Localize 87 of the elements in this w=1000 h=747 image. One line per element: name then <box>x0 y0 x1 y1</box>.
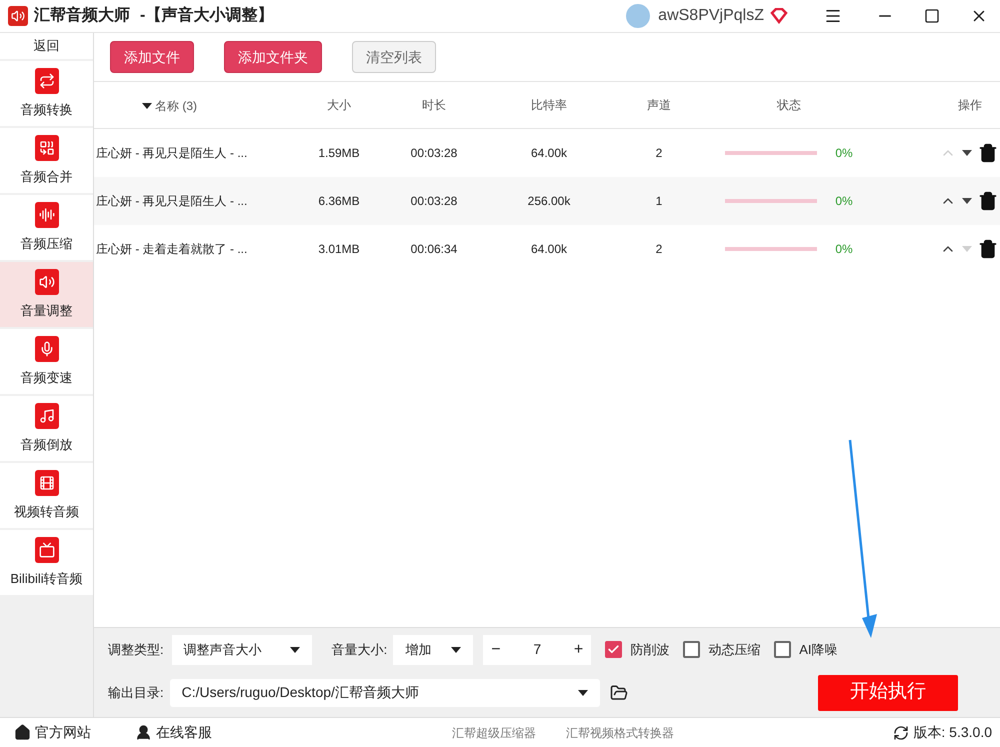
checkbox[interactable] <box>683 641 700 658</box>
table-cell: 1.59MB <box>318 146 360 160</box>
volume-mode-dropdown[interactable]: 增加 <box>393 634 474 664</box>
waveform-icon <box>34 202 58 228</box>
caret-icon <box>290 646 300 652</box>
window-title: -【声音大小调整】 <box>140 5 274 26</box>
checkbox-label: AI降噪 <box>799 640 838 659</box>
progress-percent: 0% <box>835 241 853 258</box>
sidebar-item[interactable]: 音量调整 <box>0 262 93 327</box>
column-header[interactable]: 状态 <box>777 96 801 114</box>
caret-icon <box>578 690 588 696</box>
column-header[interactable]: 时长 <box>422 96 446 114</box>
progress-percent: 0% <box>835 145 853 162</box>
back-button[interactable]: 返回 <box>0 33 93 59</box>
delete-icon[interactable] <box>978 143 998 163</box>
column-header[interactable]: 比特率 <box>531 96 567 114</box>
version-info: 版本: 5.3.0.0 <box>913 723 992 742</box>
toolbar-button[interactable]: 添加文件 <box>110 41 194 73</box>
sidebar-item[interactable]: 音频转换 <box>0 61 93 126</box>
volume-value: 7 <box>533 640 542 659</box>
adjust-type-label: 调整类型: <box>108 640 164 659</box>
home-icon[interactable] <box>14 724 31 741</box>
maximize-icon[interactable] <box>924 8 940 24</box>
checkbox[interactable] <box>605 641 622 658</box>
table-cell: 1 <box>656 194 662 208</box>
file-name: 庄心妍 - 走着走着就散了 - ... <box>96 242 248 256</box>
sidebar-item[interactable]: 音频变速 <box>0 329 93 394</box>
microphone-icon <box>34 336 58 362</box>
table-cell: 64.00k <box>530 146 568 160</box>
support-link[interactable]: 在线客服 <box>156 722 212 743</box>
table-cell: 2 <box>656 242 662 256</box>
check-icon <box>607 643 620 656</box>
toolbar-button[interactable]: 添加文件夹 <box>224 41 322 73</box>
sidebar-item[interactable]: 音频压缩 <box>0 195 93 260</box>
sidebar-item[interactable]: Bilibili转音频 <box>0 530 93 595</box>
checkbox-label: 动态压缩 <box>708 640 760 659</box>
start-button[interactable]: 开始执行 <box>818 674 958 710</box>
folder-icon[interactable] <box>610 684 628 702</box>
product-link[interactable]: 汇帮超级压缩器 <box>452 724 536 742</box>
table-cell: 2 <box>656 146 662 160</box>
output-dir-dropdown[interactable]: C:/Users/ruguo/Desktop/汇帮音频大师 <box>170 678 600 706</box>
tv-icon <box>34 536 58 563</box>
file-name: 庄心妍 - 再见只是陌生人 - ... <box>96 194 248 208</box>
column-header[interactable]: 大小 <box>327 96 351 114</box>
volume-stepper[interactable]: − 7 + <box>483 634 592 664</box>
table-cell: 3.01MB <box>318 242 360 256</box>
music-note-icon <box>34 402 58 429</box>
merge-icon <box>34 134 58 161</box>
table-cell: 256.00k <box>528 194 570 208</box>
user-name[interactable]: awS8PVjPqlsZ <box>658 4 764 28</box>
plus-button[interactable]: + <box>574 638 584 662</box>
caret-icon <box>451 646 462 652</box>
website-link[interactable]: 官方网站 <box>35 722 91 743</box>
diamond-icon <box>770 8 788 24</box>
column-header[interactable]: 声道 <box>647 96 671 114</box>
column-header[interactable]: 操作 <box>958 96 982 114</box>
column-header[interactable]: 名称 (3) <box>142 96 197 114</box>
checkbox-label: 防削波 <box>630 640 670 659</box>
delete-icon[interactable] <box>978 239 998 259</box>
sidebar-item[interactable]: 音频合并 <box>0 128 93 193</box>
sidebar-item[interactable]: 视频转音频 <box>0 463 93 528</box>
toolbar-button[interactable]: 清空列表 <box>352 41 436 73</box>
film-icon <box>34 470 58 496</box>
delete-icon[interactable] <box>978 191 998 211</box>
sidebar-item[interactable]: 音频倒放 <box>0 396 93 461</box>
product-link[interactable]: 汇帮视频格式转换器 <box>566 724 674 742</box>
speaker-icon <box>34 268 58 295</box>
volume-label: 音量大小: <box>332 640 388 659</box>
table-cell: 00:03:28 <box>410 194 458 208</box>
table-cell: 64.00k <box>530 242 568 256</box>
caret-icon <box>142 102 152 108</box>
table-cell: 00:03:28 <box>410 146 458 160</box>
minus-button[interactable]: − <box>491 638 501 662</box>
table-cell: 00:06:34 <box>410 242 458 256</box>
table-cell: 6.36MB <box>318 194 360 208</box>
user-icon[interactable] <box>135 724 152 741</box>
adjust-type-dropdown[interactable]: 调整声音大小 <box>172 634 312 664</box>
file-name: 庄心妍 - 再见只是陌生人 - ... <box>96 146 248 160</box>
refresh-icon[interactable] <box>893 724 910 740</box>
output-label: 输出目录: <box>108 684 164 702</box>
checkbox[interactable] <box>774 641 792 658</box>
progress-percent: 0% <box>835 193 853 210</box>
app-logo-icon <box>8 6 28 26</box>
menu-icon[interactable] <box>824 7 842 25</box>
app-name: 汇帮音频大师 <box>34 5 130 26</box>
repeat-icon <box>34 68 58 94</box>
avatar-icon <box>626 4 650 28</box>
